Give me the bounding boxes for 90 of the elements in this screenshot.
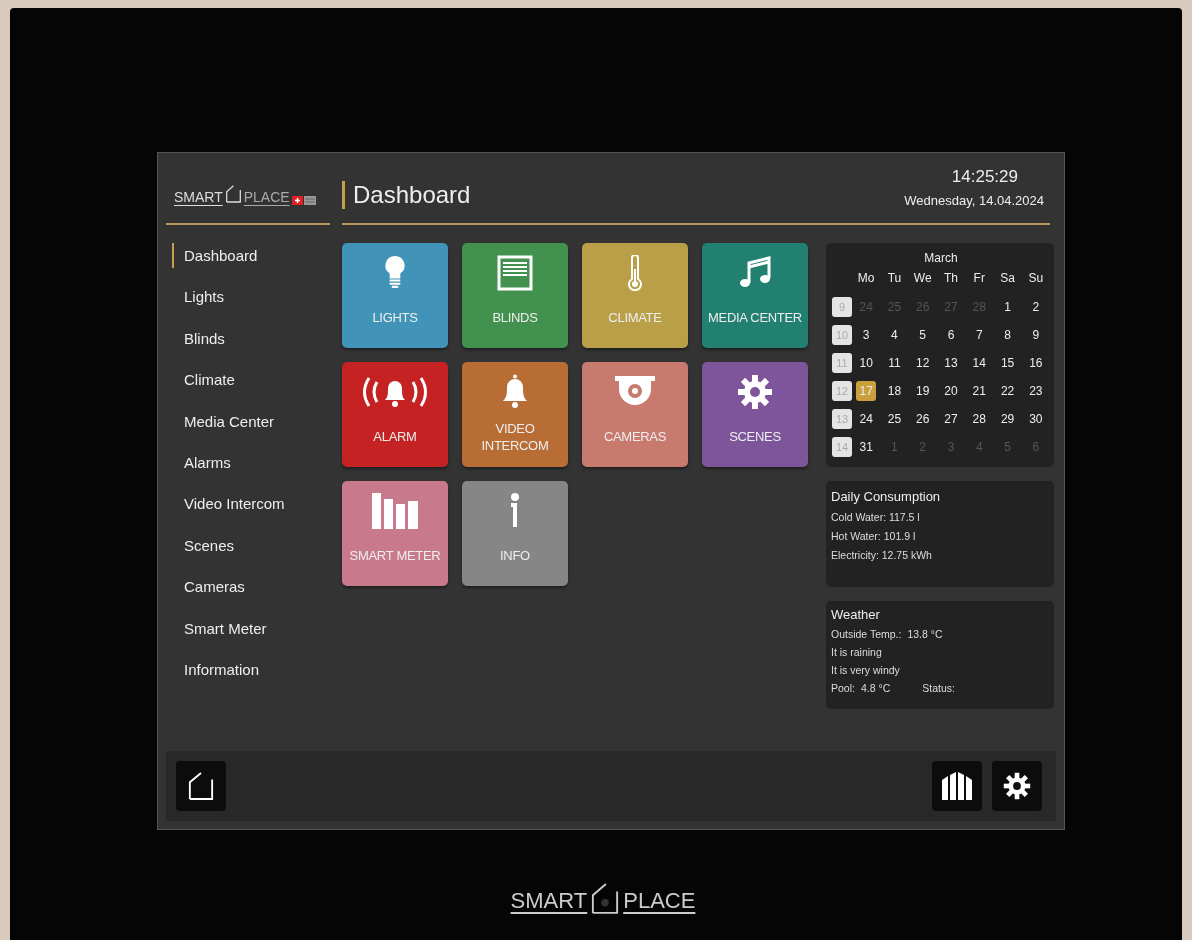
calendar-day[interactable]: 12 — [912, 353, 933, 373]
calendar-day[interactable]: 23 — [1025, 381, 1046, 401]
temperature-value: 13.8 °C — [907, 628, 943, 640]
weekday-label: Su — [1028, 271, 1044, 285]
dashboard-tile[interactable]: VIDEO INTERCOM — [462, 362, 568, 467]
logo-text: SMART — [174, 189, 223, 205]
flag-icon — [291, 196, 316, 205]
logo-text: PLACE — [243, 189, 290, 205]
calendar-day[interactable]: 5 — [912, 325, 933, 345]
sidebar-item[interactable]: Lights — [172, 284, 235, 310]
card-title: Weather — [831, 607, 881, 622]
blinds-icon — [497, 255, 533, 291]
consumption-line: Hot Water: 101.9 l — [831, 530, 917, 542]
lightbulb-icon — [382, 255, 408, 289]
calendar-day[interactable]: 19 — [912, 381, 933, 401]
sidebar-item[interactable]: Dashboard — [172, 243, 268, 268]
calendar-day[interactable]: 7 — [969, 325, 990, 345]
page-title: Dashboard — [342, 181, 471, 209]
weekday-label: Mo — [857, 271, 875, 285]
calendar-day[interactable]: 25 — [884, 409, 905, 429]
weather-line: It is raining — [831, 646, 883, 658]
weekday-label: We — [913, 271, 932, 285]
clock-time: 14:25:29 — [950, 167, 1018, 187]
dashboard-tile[interactable]: MEDIA CENTER — [702, 243, 808, 348]
sidebar-item[interactable]: Blinds — [172, 325, 235, 351]
home-button[interactable] — [176, 761, 226, 811]
pool-label: Pool: — [831, 682, 855, 694]
week-number: 13 — [832, 409, 852, 429]
bar-chart-icon — [372, 493, 418, 529]
card-title: Daily Consumption — [831, 489, 942, 504]
calendar-day[interactable]: 22 — [997, 381, 1018, 401]
calendar-day[interactable]: 15 — [997, 353, 1018, 373]
temperature-label: Outside Temp.: — [831, 628, 902, 640]
calendar-day[interactable]: 10 — [856, 353, 877, 373]
consumption-line: Electricity: 12.75 kWh — [831, 549, 933, 561]
sidebar-item[interactable]: Media Center — [172, 408, 285, 434]
sidebar-item[interactable]: Climate — [172, 367, 245, 393]
calendar-day[interactable]: 27 — [941, 409, 961, 429]
calendar-day[interactable]: 8 — [997, 325, 1018, 345]
calendar-day[interactable]: 13 — [941, 353, 961, 373]
sidebar-item[interactable]: Video Intercom — [172, 491, 295, 517]
gear-icon — [737, 374, 773, 410]
calendar-day[interactable]: 14 — [969, 353, 990, 373]
sidebar-item[interactable]: Information — [172, 656, 270, 682]
thermometer-icon — [627, 255, 643, 291]
weather-line: It is very windy — [831, 664, 901, 676]
calendar-day[interactable]: 31 — [856, 437, 877, 457]
weekday-label: Fr — [973, 271, 985, 285]
calendar-day[interactable]: 11 — [884, 353, 905, 373]
calendar-day[interactable]: 21 — [969, 381, 990, 401]
consumption-line: Cold Water: 117.5 l — [831, 511, 921, 523]
settings-button[interactable] — [992, 761, 1042, 811]
week-number: 11 — [832, 353, 852, 373]
pool-value: 4.8 °C — [860, 682, 891, 694]
week-number: 14 — [832, 437, 852, 457]
sidebar-item[interactable]: Smart Meter — [172, 615, 277, 641]
clock-date: Wednesday, 14.04.2024 — [904, 193, 1044, 208]
calendar-day[interactable]: 28 — [969, 409, 990, 429]
sidebar-item[interactable]: Alarms — [172, 449, 241, 475]
sidebar-item[interactable]: Scenes — [172, 532, 245, 558]
sidebar-item[interactable]: Cameras — [172, 574, 255, 600]
weekday-label: Sa — [1000, 271, 1015, 285]
calendar-day[interactable]: 16 — [1025, 353, 1046, 373]
house-logo-icon — [224, 184, 242, 203]
calendar-month: March — [923, 251, 959, 265]
buildings-button[interactable] — [932, 761, 982, 811]
calendar-day[interactable]: 4 — [884, 325, 905, 345]
calendar-day[interactable]: 9 — [1025, 325, 1046, 345]
calendar-day[interactable]: 1 — [997, 297, 1018, 317]
buildings-icon — [941, 772, 973, 800]
calendar-day[interactable]: 6 — [941, 325, 961, 345]
calendar-day[interactable]: 20 — [941, 381, 961, 401]
calendar-day[interactable]: 26 — [912, 409, 933, 429]
settings-icon — [1003, 772, 1031, 800]
info-icon — [509, 493, 521, 529]
dashboard-tile[interactable]: ALARM — [342, 362, 448, 467]
status-label: Status: — [922, 682, 955, 694]
calendar-day[interactable]: 30 — [1025, 409, 1046, 429]
house-icon — [188, 772, 214, 800]
weekday-label: Th — [944, 271, 958, 285]
calendar-day[interactable]: 2 — [1025, 297, 1046, 317]
logo-text: SMART — [510, 888, 588, 914]
calendar-day[interactable]: 18 — [884, 381, 905, 401]
calendar-day[interactable]: 29 — [997, 409, 1018, 429]
dashboard-tile[interactable]: SCENES — [702, 362, 808, 467]
calendar-day[interactable]: 3 — [856, 325, 877, 345]
weekday-label: Tu — [887, 271, 902, 285]
logo-text: PLACE — [623, 888, 696, 914]
house-logo-icon — [591, 882, 620, 914]
calendar-day[interactable]: 24 — [856, 409, 877, 429]
